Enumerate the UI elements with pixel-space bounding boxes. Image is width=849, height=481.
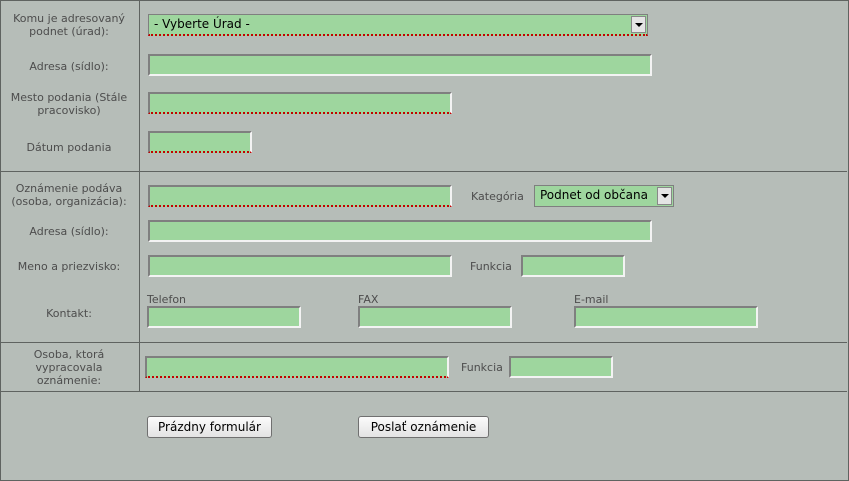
urad-select[interactable]: - Vyberte Úrad -: [148, 14, 648, 36]
meno-input[interactable]: [148, 255, 452, 277]
column-divider: [139, 0, 140, 391]
funkcia-vypracoval-input[interactable]: [509, 356, 613, 378]
kategoria-select-value: Podnet od občana: [540, 188, 648, 202]
funkcia-input[interactable]: [521, 255, 625, 277]
section-divider-2: [0, 342, 847, 343]
section-divider-3: [0, 391, 847, 392]
section-divider-1: [0, 171, 847, 172]
telefon-label: Telefon: [147, 293, 187, 306]
osoba-label: Osoba, ktorá vypracovala oznámenie:: [33, 348, 105, 387]
osoba-input[interactable]: [145, 356, 449, 378]
datum-label: Dátum podania: [26, 141, 112, 154]
funkcia-label: Funkcia: [470, 260, 512, 273]
chevron-down-icon[interactable]: [657, 187, 672, 205]
meno-label: Meno a priezvisko:: [17, 260, 121, 273]
kategoria-select[interactable]: Podnet od občana: [534, 185, 674, 207]
clear-form-button[interactable]: Prázdny formulár: [147, 416, 272, 438]
adresa-urad-input[interactable]: [148, 54, 652, 76]
kategoria-label: Kategória: [471, 190, 524, 203]
telefon-input[interactable]: [147, 306, 301, 328]
fax-label: FAX: [358, 293, 379, 306]
funkcia-vypracoval-label: Funkcia: [461, 361, 503, 374]
mesto-label: Mesto podania (Stále pracovisko): [10, 91, 128, 117]
adresa-oznam-label: Adresa (sídlo):: [29, 225, 109, 238]
urad-select-value: - Vyberte Úrad -: [154, 17, 250, 31]
adresa-oznam-input[interactable]: [148, 220, 652, 242]
mesto-input[interactable]: [148, 92, 452, 114]
submit-button[interactable]: Poslať oznámenie: [358, 416, 489, 438]
email-label: E-mail: [574, 293, 609, 306]
email-input[interactable]: [574, 306, 758, 328]
fax-input[interactable]: [358, 306, 512, 328]
datum-input[interactable]: [148, 131, 252, 153]
kontakt-label: Kontakt:: [46, 307, 92, 320]
podava-label: Oznámenie podáva (osoba, organizácia):: [11, 182, 127, 208]
adresa-urad-label: Adresa (sídlo):: [29, 60, 109, 73]
chevron-down-icon[interactable]: [631, 16, 646, 33]
podava-input[interactable]: [148, 185, 452, 207]
komu-label: Komu je adresovaný podnet (úrad):: [13, 12, 125, 38]
